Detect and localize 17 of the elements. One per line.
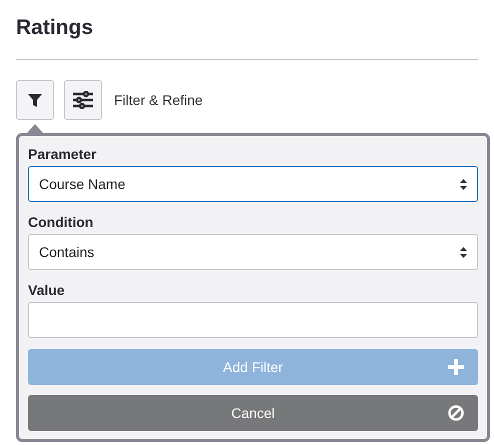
- filter-icon: [27, 92, 43, 108]
- input-field[interactable]: [28, 302, 478, 338]
- updown-icon: [460, 178, 467, 190]
- plus-icon: [448, 359, 464, 375]
- cancel-icon: [448, 405, 464, 421]
- field-label: Value: [28, 282, 66, 298]
- select-field[interactable]: Contains: [28, 234, 478, 270]
- field-label: Condition: [28, 214, 94, 230]
- page-title: Ratings: [16, 0, 478, 60]
- settings-button[interactable]: [64, 80, 102, 120]
- toolbar-label: Filter & Refine: [114, 92, 203, 108]
- filter-button[interactable]: [16, 80, 54, 120]
- updown-icon: [460, 246, 467, 258]
- select-field[interactable]: Course Name: [28, 166, 478, 202]
- cancel-button[interactable]: Cancel: [28, 395, 478, 431]
- sliders-icon: [72, 91, 94, 109]
- field-label: Parameter: [28, 146, 98, 162]
